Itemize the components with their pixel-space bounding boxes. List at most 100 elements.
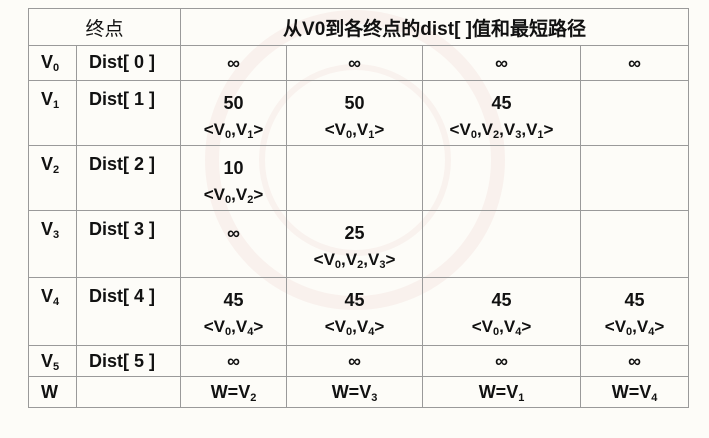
w-value-subscript: 2 bbox=[250, 391, 257, 404]
dist-value: 45 bbox=[223, 290, 244, 311]
path-node-subscript: 4 bbox=[368, 326, 375, 339]
dist-cell: ∞ bbox=[580, 45, 690, 81]
dist-row-0: V0 Dist[ 0 ] ∞ ∞ ∞ ∞ bbox=[28, 45, 690, 81]
vertex-name: V3 bbox=[41, 218, 60, 241]
dist-value: 10 bbox=[223, 157, 244, 178]
dist-cell: ∞ bbox=[580, 345, 690, 378]
vertex-label: V0 bbox=[28, 45, 77, 81]
path-node-subscript: 4 bbox=[247, 326, 254, 339]
path-node-subscript: 0 bbox=[334, 258, 342, 271]
w-empty bbox=[75, 376, 182, 408]
shortest-path: <V0,V2,V3,V1> bbox=[449, 119, 554, 141]
dist-cell: ∞ bbox=[180, 345, 288, 378]
vertex-name-subscript: 0 bbox=[53, 62, 60, 75]
w-value-subscript: 3 bbox=[371, 391, 378, 404]
w-value-subscript: 4 bbox=[651, 391, 658, 404]
dist-cell: 50 <V0,V1> bbox=[286, 79, 424, 146]
w-value: W=V4 bbox=[611, 381, 658, 404]
dist-cell bbox=[580, 144, 690, 211]
path-node-subscript: 0 bbox=[493, 326, 500, 339]
dist-value: ∞ bbox=[348, 351, 361, 372]
shortest-path: <V0,V1> bbox=[203, 119, 264, 141]
path-node-subscript: 3 bbox=[515, 128, 522, 141]
dijkstra-dist-table: 终点 从V0到各终点的dist[ ]值和最短路径 V0 Dist[ 0 ] ∞ ∞ ∞ ∞… bbox=[27, 7, 690, 408]
dist-cell bbox=[422, 144, 582, 211]
w-value: W=V1 bbox=[478, 381, 525, 404]
dist-value: ∞ bbox=[628, 52, 641, 73]
path-node-subscript: 1 bbox=[368, 128, 375, 141]
dist-cell: 45 <V0,V2,V3,V1> bbox=[422, 79, 582, 146]
path-node-subscript: 4 bbox=[648, 326, 655, 339]
w-cell: W=V3 bbox=[286, 376, 424, 408]
dist-cell: 45 <V0,V4> bbox=[180, 277, 288, 347]
header-endpoint: 终点 bbox=[27, 7, 182, 47]
vertex-name: V4 bbox=[41, 286, 60, 309]
dist-cell: ∞ bbox=[422, 45, 582, 81]
dist-cell: 45 <V0,V4> bbox=[580, 277, 690, 347]
dist-value: 45 bbox=[624, 290, 645, 311]
dist-cell: ∞ bbox=[286, 45, 424, 81]
vertex-name: V5 bbox=[41, 350, 60, 373]
shortest-path: <V0,V1> bbox=[324, 119, 385, 141]
w-cell: W=V1 bbox=[422, 376, 582, 408]
vertex-name-subscript: 1 bbox=[53, 98, 60, 111]
dist-value: 45 bbox=[344, 290, 365, 311]
path-node-subscript: 1 bbox=[247, 128, 254, 141]
vertex-label: V4 bbox=[28, 277, 77, 347]
path-node-subscript: 0 bbox=[470, 128, 477, 141]
vertex-name: V1 bbox=[41, 88, 60, 111]
dist-label: Dist[ 4 ] bbox=[75, 277, 182, 347]
vertex-label: V5 bbox=[28, 345, 77, 378]
path-node-subscript: 2 bbox=[357, 258, 364, 271]
dist-cell: ∞ bbox=[180, 209, 288, 279]
dist-label: Dist[ 5 ] bbox=[75, 345, 182, 378]
w-label: W bbox=[28, 376, 77, 408]
vertex-name-subscript: 5 bbox=[53, 360, 60, 373]
vertex-name: V0 bbox=[41, 52, 60, 75]
path-node-subscript: 0 bbox=[225, 128, 232, 141]
w-cell: W=V2 bbox=[180, 376, 288, 408]
path-node-subscript: 0 bbox=[626, 326, 633, 339]
dist-cell bbox=[580, 209, 690, 279]
dist-row-3: V3 Dist[ 3 ] ∞ 25 <V0,V2,V3> bbox=[28, 209, 690, 279]
vertex-name: V2 bbox=[41, 153, 60, 176]
dist-label: Dist[ 3 ] bbox=[75, 209, 182, 279]
path-node-subscript: 3 bbox=[379, 258, 386, 271]
w-value: W=V3 bbox=[331, 381, 378, 404]
dist-row-2: V2 Dist[ 2 ] 10 <V0,V2> bbox=[28, 144, 690, 211]
vertex-name-subscript: 4 bbox=[53, 296, 60, 309]
dist-label: Dist[ 0 ] bbox=[75, 45, 182, 81]
path-node-subscript: 2 bbox=[493, 128, 500, 141]
path-node-subscript: 4 bbox=[515, 326, 522, 339]
dist-value: 45 bbox=[491, 92, 512, 113]
dist-value: ∞ bbox=[227, 222, 240, 243]
vertex-label: V3 bbox=[28, 209, 77, 279]
dist-row-4: V4 Dist[ 4 ] 45 <V0,V4> 45 <V0,V4> 45 <V0,V4> 45… bbox=[28, 277, 690, 347]
path-node-subscript: 0 bbox=[346, 326, 353, 339]
dist-row-5: V5 Dist[ 5 ] ∞ ∞ ∞ ∞ bbox=[28, 345, 690, 378]
dist-cell: ∞ bbox=[422, 345, 582, 378]
shortest-path: <V0,V4> bbox=[324, 317, 385, 339]
dist-label: Dist[ 2 ] bbox=[75, 144, 182, 211]
dist-value: ∞ bbox=[495, 351, 508, 372]
path-node-subscript: 0 bbox=[225, 326, 232, 339]
w-value: W=V2 bbox=[210, 381, 257, 404]
shortest-path: <V0,V4> bbox=[471, 317, 532, 339]
path-node-subscript: 1 bbox=[537, 128, 544, 141]
shortest-path: <V0,V2,V3> bbox=[313, 249, 396, 271]
dist-row-1: V1 Dist[ 1 ] 50 <V0,V1> 50 <V0,V1> 45 <V0,V2,V3… bbox=[28, 79, 690, 146]
dist-cell bbox=[580, 79, 690, 146]
dist-cell: 45 <V0,V4> bbox=[422, 277, 582, 347]
dist-label: Dist[ 1 ] bbox=[75, 79, 182, 146]
dist-cell bbox=[422, 209, 582, 279]
dist-cell: ∞ bbox=[286, 345, 424, 378]
dist-cell bbox=[286, 144, 424, 211]
w-cell: W=V4 bbox=[580, 376, 690, 408]
dist-cell: ∞ bbox=[180, 45, 288, 81]
shortest-path: <V0,V4> bbox=[203, 317, 264, 339]
path-node-subscript: 0 bbox=[225, 193, 232, 206]
vertex-label: V1 bbox=[28, 79, 77, 146]
dist-cell: 50 <V0,V1> bbox=[180, 79, 288, 146]
dist-cell: 45 <V0,V4> bbox=[286, 277, 424, 347]
dist-value: 50 bbox=[223, 92, 244, 113]
